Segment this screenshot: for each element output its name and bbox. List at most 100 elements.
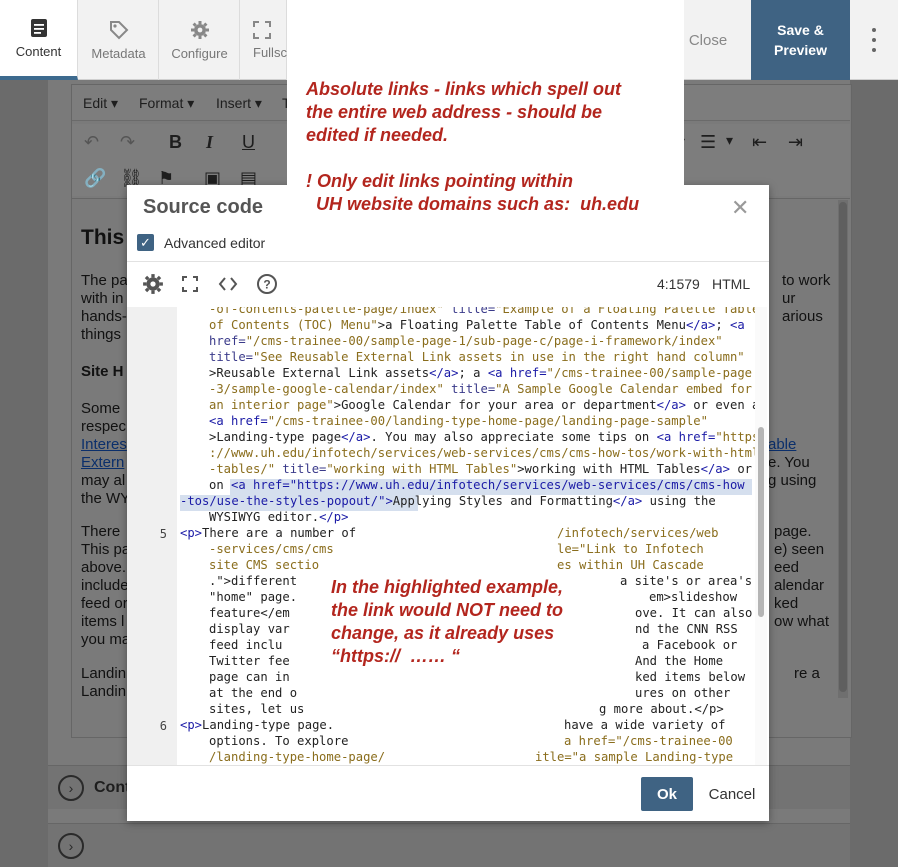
chevron-right-icon: › bbox=[58, 775, 84, 801]
code-line: /infotech/services/web bbox=[557, 526, 719, 540]
cursor-position: 4:1579 bbox=[657, 276, 700, 292]
content-text: alendar bbox=[774, 577, 825, 594]
outdent-icon[interactable]: ⇤ bbox=[752, 132, 767, 153]
advanced-editor-label: Advanced editor bbox=[164, 234, 266, 251]
advanced-editor-toggle[interactable]: ✓ Advanced editor bbox=[137, 234, 265, 251]
save-preview-button[interactable]: Save & Preview bbox=[751, 0, 850, 80]
code-line: a Facebook or bbox=[642, 638, 738, 652]
divider bbox=[127, 765, 769, 766]
content-text: hands- bbox=[81, 308, 127, 325]
ok-button[interactable]: Ok bbox=[641, 777, 693, 811]
annotation-text: the entire web address - should be bbox=[306, 102, 603, 122]
content-text: to work bbox=[782, 272, 831, 289]
menu-format[interactable]: Format ▾ bbox=[139, 95, 194, 112]
code-line: itle="a sample Landing-type bbox=[535, 750, 734, 764]
content-text: ur bbox=[782, 290, 796, 307]
tab-content[interactable]: Content bbox=[0, 0, 78, 80]
code-line: And the Home bbox=[635, 654, 724, 668]
code-line: WYSIWYG editor.</p> bbox=[209, 510, 349, 524]
bold-icon[interactable]: B bbox=[169, 132, 182, 153]
fullscreen-icon bbox=[253, 20, 271, 39]
content-text: ked bbox=[774, 595, 799, 612]
content-text: There bbox=[81, 523, 121, 540]
annotation-text: “https:// …… “ bbox=[331, 646, 460, 666]
numbered-list-icon[interactable]: ☰ bbox=[700, 132, 716, 153]
code-brackets-icon[interactable] bbox=[218, 275, 238, 293]
code-line: on <a href="https://www.uh.edu/infotech/… bbox=[209, 478, 745, 492]
indent-icon[interactable]: ⇥ bbox=[788, 132, 803, 153]
code-line: -of-contents-palette-page/index" title="… bbox=[209, 307, 760, 316]
content-text: with in bbox=[81, 290, 124, 307]
close-icon[interactable]: ✕ bbox=[731, 195, 749, 221]
content-text: page. bbox=[774, 523, 812, 540]
content-text: feed or bbox=[81, 595, 128, 612]
code-line: title="See Reusable External Link assets… bbox=[209, 350, 745, 364]
gear-icon bbox=[190, 20, 209, 39]
numbered-list-caret-icon[interactable]: ▾ bbox=[726, 132, 733, 149]
code-line: -tables/" title="working with HTML Table… bbox=[209, 462, 752, 476]
code-line: ked items below bbox=[635, 670, 746, 684]
code-editor[interactable]: 5 6 -of-contents-palette-page/index" tit… bbox=[127, 307, 769, 765]
code-line: options. To explore bbox=[209, 734, 349, 748]
content-heading: This bbox=[81, 226, 125, 249]
code-line: ://www.uh.edu/infotech/services/web-serv… bbox=[209, 446, 760, 460]
help-icon[interactable]: ? bbox=[256, 273, 278, 295]
settings-gear-icon[interactable] bbox=[142, 273, 164, 295]
content-text: Landin bbox=[81, 683, 127, 700]
code-line: -services/cms/cms bbox=[209, 542, 334, 556]
code-line: >Landing-type page</a>. You may also app… bbox=[209, 430, 760, 444]
content-text: may al bbox=[81, 472, 126, 489]
code-line: le="Link to Infotech bbox=[557, 542, 704, 556]
code-line: em>slideshow bbox=[649, 590, 738, 604]
link-icon[interactable]: 🔗 bbox=[84, 168, 106, 189]
content-text: above. bbox=[81, 559, 127, 576]
code-line: ove. It can also bbox=[635, 606, 753, 620]
undo-icon[interactable]: ↶ bbox=[84, 132, 99, 153]
tab-fullscreen[interactable]: Fullscr bbox=[241, 0, 291, 80]
cancel-button[interactable]: Cancel bbox=[701, 777, 763, 811]
more-options-icon[interactable] bbox=[860, 28, 888, 52]
underline-icon[interactable]: U bbox=[242, 132, 255, 153]
menu-insert[interactable]: Insert ▾ bbox=[216, 95, 262, 112]
content-subheading: Site H bbox=[81, 363, 124, 380]
source-code-dialog: Source code ✕ ✓ Advanced editor ? 4:1579… bbox=[127, 185, 769, 821]
code-line: >Reusable External Link assets</a>; a <a… bbox=[209, 366, 752, 380]
code-line: have a wide variety of bbox=[564, 718, 726, 732]
code-line: a site's or area's bbox=[620, 574, 753, 588]
content-text: the WY bbox=[81, 490, 131, 507]
code-line: of Contents (TOC) Menu">a Floating Palet… bbox=[209, 318, 745, 332]
content-text: re a bbox=[794, 665, 820, 682]
menu-edit-label: Edit bbox=[83, 95, 108, 111]
panel-next[interactable]: › bbox=[48, 823, 850, 867]
content-text: respec bbox=[81, 418, 127, 435]
tab-metadata-label: Metadata bbox=[91, 45, 146, 61]
tag-icon bbox=[109, 20, 128, 39]
code-line: sites, let us bbox=[209, 702, 305, 716]
chevron-right-icon: › bbox=[58, 833, 84, 859]
code-line: feature</em bbox=[209, 606, 290, 620]
content-text: eed bbox=[774, 559, 800, 576]
content-link[interactable]: Interes bbox=[81, 436, 127, 454]
content-link[interactable]: able bbox=[768, 436, 796, 454]
code-scrollbar[interactable] bbox=[755, 307, 767, 765]
advanced-editor-checkbox[interactable]: ✓ bbox=[137, 234, 154, 251]
redo-icon[interactable]: ↷ bbox=[120, 132, 135, 153]
italic-icon[interactable]: I bbox=[206, 132, 213, 153]
tab-metadata[interactable]: Metadata bbox=[79, 0, 159, 80]
code-line: .">different bbox=[209, 574, 298, 588]
panel-content-label: Cont bbox=[94, 779, 131, 796]
menu-insert-label: Insert bbox=[216, 95, 252, 111]
dialog-title: Source code bbox=[143, 196, 264, 218]
document-icon bbox=[30, 18, 47, 37]
code-line: feed inclu bbox=[209, 638, 283, 652]
menu-edit[interactable]: Edit ▾ bbox=[83, 95, 118, 112]
svg-text:?: ? bbox=[263, 278, 270, 292]
code-line: site CMS sectio bbox=[209, 558, 320, 572]
tab-configure[interactable]: Configure bbox=[160, 0, 240, 80]
code-line: <p>Landing-type page. bbox=[180, 718, 335, 732]
annotation-text: In the highlighted example, bbox=[331, 577, 564, 597]
content-text: Some bbox=[81, 400, 121, 417]
content-link[interactable]: Extern bbox=[81, 454, 124, 472]
fullscreen-icon[interactable] bbox=[182, 276, 198, 292]
editor-scrollbar[interactable] bbox=[838, 200, 848, 698]
